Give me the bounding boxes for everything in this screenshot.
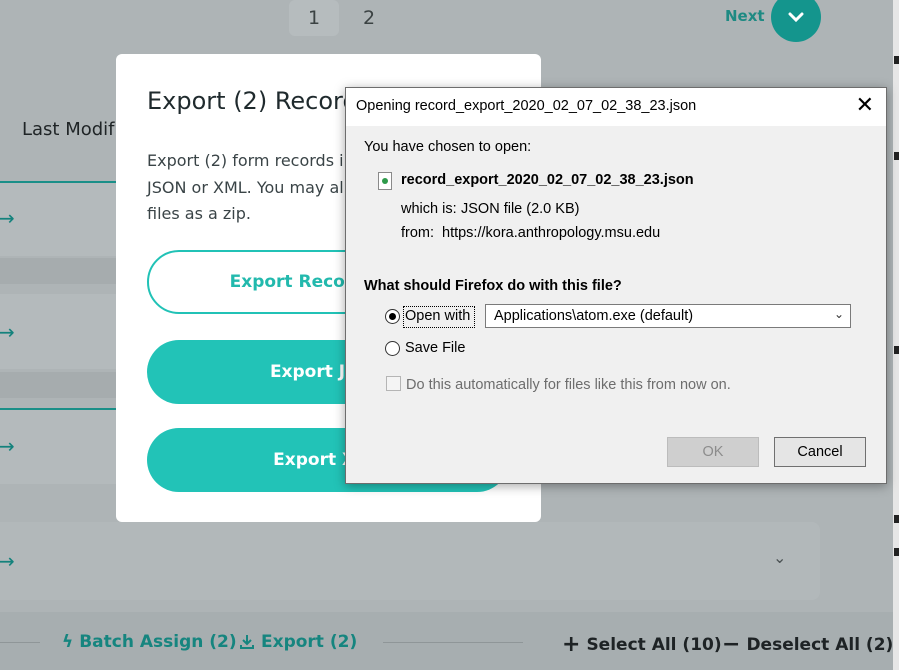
close-icon[interactable]: ✕ bbox=[856, 94, 874, 116]
dialog-title: Opening record_export_2020_02_07_02_38_2… bbox=[356, 98, 697, 114]
cancel-button[interactable]: Cancel bbox=[774, 437, 866, 467]
row-divider bbox=[0, 258, 116, 284]
arrow-right-icon[interactable]: → bbox=[0, 549, 15, 573]
open-with-radio[interactable] bbox=[385, 309, 400, 324]
save-file-label[interactable]: Save File bbox=[405, 340, 465, 356]
batch-assign-button[interactable]: ϟ Batch Assign (2) bbox=[62, 632, 237, 652]
scroll-mark bbox=[894, 152, 899, 160]
from-label: from: bbox=[401, 225, 435, 241]
scroll-mark bbox=[894, 515, 899, 523]
open-with-label[interactable]: Open with bbox=[405, 308, 470, 324]
file-type: JSON file (2.0 KB) bbox=[461, 201, 580, 217]
page-scrollbar[interactable] bbox=[893, 0, 899, 670]
record-row[interactable] bbox=[0, 294, 116, 369]
export-button[interactable]: Export (2) bbox=[239, 632, 357, 652]
application-select[interactable]: Applications\atom.exe (default) ⌄ bbox=[485, 304, 851, 328]
sort-label: Last Modif bbox=[22, 119, 115, 140]
auto-label[interactable]: Do this automatically for files like thi… bbox=[406, 377, 731, 393]
selected-application: Applications\atom.exe (default) bbox=[494, 308, 694, 324]
auto-checkbox[interactable] bbox=[386, 376, 401, 391]
arrow-right-icon[interactable]: → bbox=[0, 434, 15, 458]
chevron-down-icon[interactable]: ⌄ bbox=[773, 548, 786, 567]
page-button-2[interactable]: 2 bbox=[344, 0, 394, 36]
row-divider bbox=[0, 372, 116, 398]
which-is-label: which is: bbox=[401, 201, 457, 217]
download-icon bbox=[240, 635, 254, 649]
arrow-right-icon[interactable]: → bbox=[0, 320, 15, 344]
chevron-down-icon bbox=[788, 12, 804, 22]
select-all-label: Select All (10) bbox=[586, 634, 722, 655]
scroll-mark bbox=[894, 548, 899, 556]
select-all-button[interactable]: + Select All (10) bbox=[562, 632, 722, 657]
ok-button[interactable]: OK bbox=[667, 437, 759, 467]
action-question: What should Firefox do with this file? bbox=[364, 278, 622, 294]
source-url: https://kora.anthropology.msu.edu bbox=[442, 225, 661, 241]
plus-icon: + bbox=[562, 632, 581, 657]
record-row[interactable] bbox=[0, 408, 116, 484]
deselect-all-button[interactable]: − Deselect All (2) bbox=[722, 632, 893, 657]
lightning-icon: ϟ bbox=[62, 632, 74, 652]
next-link[interactable]: Next bbox=[725, 7, 765, 25]
divider bbox=[383, 642, 523, 643]
scroll-mark bbox=[894, 56, 899, 64]
arrow-right-icon[interactable]: → bbox=[0, 206, 15, 230]
intro-text: You have chosen to open: bbox=[364, 139, 532, 155]
record-row[interactable] bbox=[0, 522, 820, 600]
chevron-down-icon: ⌄ bbox=[833, 307, 844, 321]
dialog-titlebar[interactable]: Opening record_export_2020_02_07_02_38_2… bbox=[346, 88, 886, 126]
export-label: Export (2) bbox=[261, 632, 358, 652]
save-file-radio[interactable] bbox=[385, 341, 400, 356]
deselect-all-label: Deselect All (2) bbox=[746, 634, 894, 655]
page-button-1[interactable]: 1 bbox=[289, 0, 339, 36]
file-open-dialog: Opening record_export_2020_02_07_02_38_2… bbox=[345, 87, 887, 484]
modal-title: Export (2) Records bbox=[147, 87, 371, 115]
scroll-mark bbox=[894, 346, 899, 354]
divider bbox=[0, 642, 40, 643]
batch-assign-label: Batch Assign (2) bbox=[79, 632, 237, 652]
minus-icon: − bbox=[722, 632, 741, 657]
filename: record_export_2020_02_07_02_38_23.json bbox=[401, 172, 694, 188]
record-row[interactable] bbox=[0, 181, 116, 256]
json-file-icon bbox=[378, 172, 392, 190]
